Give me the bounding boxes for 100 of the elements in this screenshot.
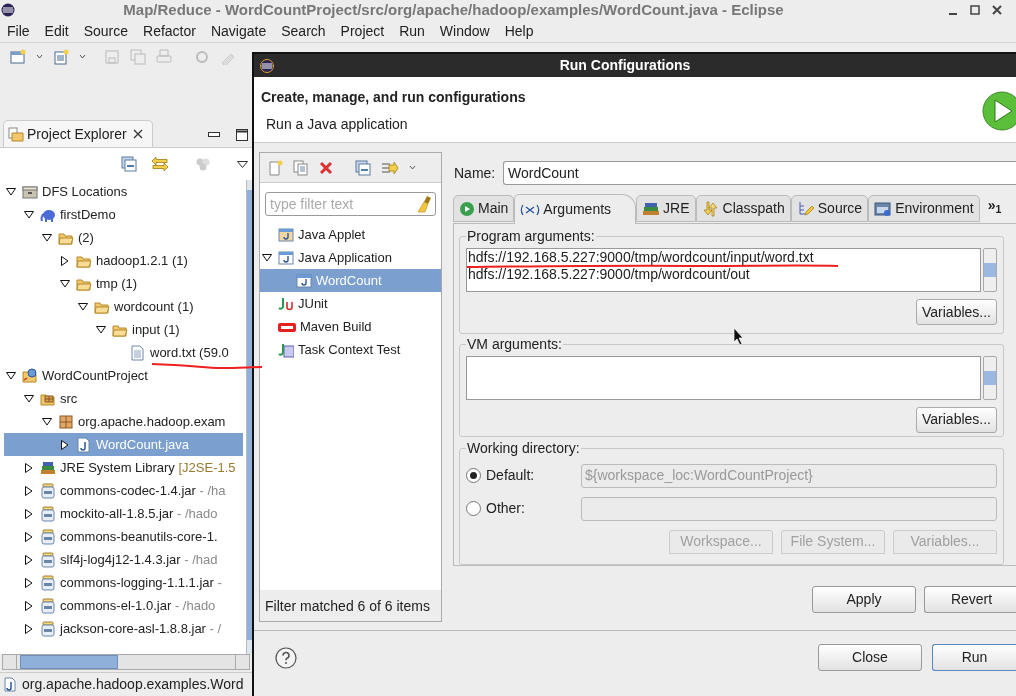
menu-item[interactable]: Run: [399, 20, 425, 42]
tree-item[interactable]: input (1): [0, 318, 246, 341]
expanded-arrow-icon[interactable]: [42, 232, 52, 243]
menu-item[interactable]: Refactor: [143, 20, 196, 42]
view-menu-icon[interactable]: [237, 160, 248, 168]
collapsed-arrow-icon[interactable]: [24, 531, 34, 542]
arrows-icon: [701, 200, 720, 217]
menu-item[interactable]: File: [7, 20, 30, 42]
tree-item[interactable]: hadoop1.2.1 (1): [0, 249, 246, 272]
menu-item[interactable]: Help: [504, 20, 534, 42]
expanded-arrow-icon[interactable]: [24, 393, 34, 404]
close-icon[interactable]: [132, 129, 143, 139]
expanded-arrow-icon[interactable]: [42, 416, 52, 427]
configuration-item[interactable]: Maven Build: [260, 315, 441, 338]
tree-item[interactable]: jackson-core-asl-1.8.8.jar - /: [0, 617, 246, 640]
caret-icon[interactable]: [79, 54, 86, 59]
tree-item[interactable]: (2): [0, 226, 246, 249]
expanded-arrow-icon[interactable]: [6, 186, 16, 197]
name-field[interactable]: WordCount: [503, 161, 1016, 185]
tree-item[interactable]: commons-codec-1.4.jar - /ha: [0, 479, 246, 502]
broom-icon[interactable]: [417, 195, 433, 213]
tab[interactable]: Arguments: [514, 194, 637, 224]
expanded-arrow-icon[interactable]: [96, 324, 106, 335]
tab[interactable]: Environment: [868, 195, 980, 222]
status-text: org.apache.hadoop.examples.Word: [22, 675, 244, 694]
tree-item[interactable]: commons-beanutils-core-1.: [0, 525, 246, 548]
variables-button[interactable]: Variables...: [916, 406, 997, 433]
apply-button[interactable]: Apply: [812, 586, 916, 613]
collapsed-arrow-icon[interactable]: [24, 508, 34, 519]
tree-item[interactable]: wordcount (1): [0, 295, 246, 318]
collapsed-arrow-icon[interactable]: [60, 439, 70, 450]
tree-item[interactable]: firstDemo: [0, 203, 246, 226]
test-context-icon: [278, 341, 294, 358]
collapsed-arrow-icon[interactable]: [24, 485, 34, 496]
expanded-arrow-icon[interactable]: [24, 209, 34, 220]
help-icon[interactable]: [275, 646, 297, 669]
tree-item[interactable]: DFS Locations: [0, 180, 246, 203]
menu-item[interactable]: Window: [439, 20, 490, 42]
configuration-item[interactable]: Java Application: [260, 246, 441, 269]
file-icon: [130, 344, 146, 361]
more-tabs-button[interactable]: »$_{1}$: [987, 195, 1002, 216]
collapsed-arrow-icon[interactable]: [24, 554, 34, 565]
close-icon[interactable]: [992, 5, 1002, 15]
expanded-arrow-icon[interactable]: [262, 252, 272, 263]
radio-button[interactable]: [466, 468, 481, 484]
menu-item[interactable]: Search: [281, 20, 326, 42]
tree-item[interactable]: mockito-all-1.8.5.jar - /hado: [0, 502, 246, 525]
configuration-item[interactable]: JUnit: [260, 292, 441, 315]
tab[interactable]: Classpath: [695, 195, 791, 222]
collapse-all-icon[interactable]: [355, 159, 371, 176]
window-icon: [874, 200, 893, 217]
tab[interactable]: JRE: [636, 195, 696, 222]
caret-icon[interactable]: [36, 54, 43, 59]
tree-item[interactable]: tmp (1): [0, 272, 246, 295]
run-button[interactable]: Run: [932, 644, 1016, 671]
minimize-icon[interactable]: [208, 132, 220, 137]
configuration-item[interactable]: Task Context Test: [260, 338, 441, 361]
expanded-arrow-icon[interactable]: [6, 370, 16, 381]
menu-item[interactable]: Project: [340, 20, 385, 42]
caret-icon[interactable]: [409, 165, 416, 170]
tree-item[interactable]: slf4j-log4j12-1.4.3.jar - /had: [0, 548, 246, 571]
filter-arrows-icon[interactable]: [381, 160, 399, 175]
scrollbar[interactable]: [983, 248, 997, 292]
scrollbar[interactable]: [983, 355, 997, 400]
revert-button[interactable]: Revert: [924, 586, 1016, 613]
tree-item[interactable]: commons-logging-1.1.1.jar -: [0, 571, 246, 594]
configuration-item[interactable]: Java Applet: [260, 223, 441, 246]
filter-field[interactable]: type filter text: [265, 192, 436, 216]
tree-item[interactable]: src: [0, 387, 246, 410]
tree-item[interactable]: JRE System Library [J2SE-1.5: [0, 456, 246, 479]
link-arrows-icon[interactable]: [151, 156, 169, 172]
directory-field[interactable]: [581, 496, 997, 521]
tree-item[interactable]: org.apache.hadoop.exam: [0, 410, 246, 433]
menu-item[interactable]: Edit: [44, 20, 69, 42]
expanded-arrow-icon[interactable]: [78, 301, 88, 312]
tree-item[interactable]: WordCountProject: [0, 364, 246, 387]
collapsed-arrow-icon[interactable]: [60, 255, 70, 266]
scrollbar[interactable]: [2, 654, 250, 670]
tree-item[interactable]: word.txt (59.0: [0, 341, 246, 364]
expanded-arrow-icon[interactable]: [60, 278, 70, 289]
collapsed-arrow-icon[interactable]: [24, 623, 34, 634]
radio-button[interactable]: [466, 501, 481, 517]
maximize-icon[interactable]: [236, 129, 248, 141]
vm-arguments-field[interactable]: [466, 355, 981, 400]
tab[interactable]: Main: [453, 195, 515, 222]
collapsed-arrow-icon[interactable]: [24, 600, 34, 611]
maximize-icon[interactable]: [970, 5, 980, 15]
collapsed-arrow-icon[interactable]: [24, 462, 34, 473]
close-button[interactable]: Close: [818, 644, 922, 671]
delete-icon[interactable]: [319, 160, 333, 175]
tree-item[interactable]: commons-el-1.0.jar - /hado: [0, 594, 246, 617]
variables-button[interactable]: Variables...: [916, 299, 997, 325]
menu-item[interactable]: Navigate: [210, 20, 267, 42]
program-arguments-field[interactable]: hdfs://192.168.5.227:9000/tmp/wordcount/input/word.txt hdfs://192.168.5.227:9000/tmp/wordcount/out: [466, 248, 981, 292]
menu-item[interactable]: Source: [83, 20, 129, 42]
view-tab[interactable]: Project Explorer: [3, 120, 153, 147]
tab[interactable]: Source: [790, 195, 869, 222]
collapse-all-icon[interactable]: [121, 156, 137, 172]
collapsed-arrow-icon[interactable]: [24, 577, 34, 588]
new-window-icon[interactable]: [10, 48, 26, 65]
